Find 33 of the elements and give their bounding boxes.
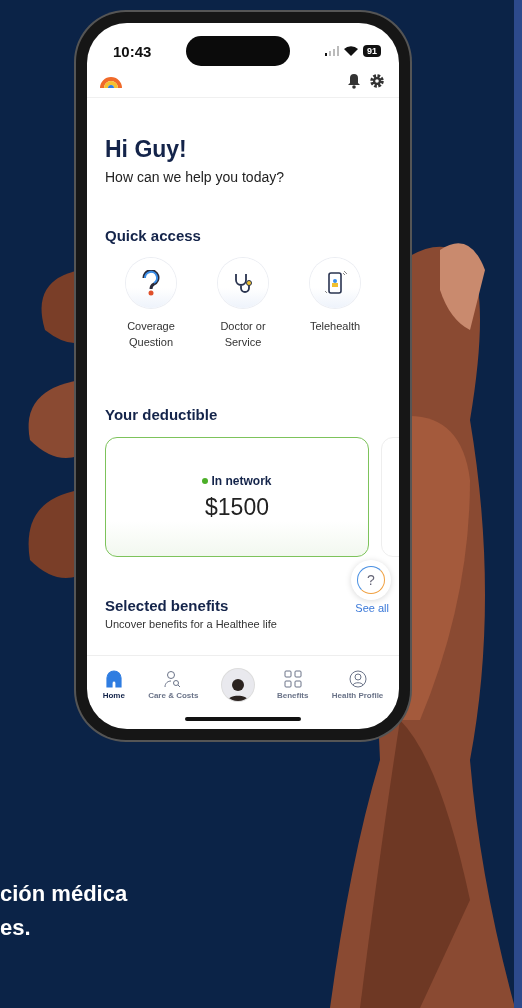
section-title: Quick access [105, 227, 202, 244]
quick-access-item[interactable]: Coverage Question [109, 258, 193, 350]
wifi-icon [343, 46, 358, 56]
section-subtitle: Uncover benefits for a Healthee life [105, 618, 278, 630]
poster-text: ción médica [0, 880, 128, 908]
signal-icon [324, 46, 339, 56]
deductible-card[interactable]: In network $1500 [105, 437, 369, 557]
greeting-title: Hi Guy! [105, 136, 188, 163]
profile-icon [348, 669, 367, 688]
settings-icon[interactable] [369, 73, 385, 89]
poster-text: es. [0, 914, 32, 942]
battery-level: 91 [362, 45, 381, 57]
home-icon [104, 669, 123, 688]
nav-tab[interactable]: Benefits [276, 669, 309, 700]
notification-bell-icon[interactable] [347, 73, 361, 89]
deductible-amount: $1500 [205, 493, 269, 521]
see-all-link[interactable]: See all [355, 602, 389, 614]
quick-access-item[interactable]: Doctor or Service [201, 258, 285, 350]
quick-access-item[interactable]: Telehealth [293, 258, 377, 350]
section-title: Selected benefits [105, 597, 229, 614]
avatar-button[interactable] [221, 668, 254, 701]
nav-tab[interactable]: Home [102, 669, 125, 700]
section-title: Your deductible [105, 406, 219, 423]
phone-call-icon [322, 270, 348, 296]
help-button[interactable]: ? [351, 560, 391, 600]
greeting-subtitle: How can we help you today? [105, 169, 285, 185]
grid-icon [283, 669, 302, 688]
network-status: In network [202, 473, 272, 488]
status-time: 10:43 [113, 42, 152, 60]
nav-tab[interactable]: Health Profile [331, 669, 384, 700]
question-mark-icon [140, 270, 162, 296]
rainbow-logo-icon[interactable] [99, 74, 123, 88]
nav-tab[interactable]: Care & Costs [148, 669, 199, 700]
